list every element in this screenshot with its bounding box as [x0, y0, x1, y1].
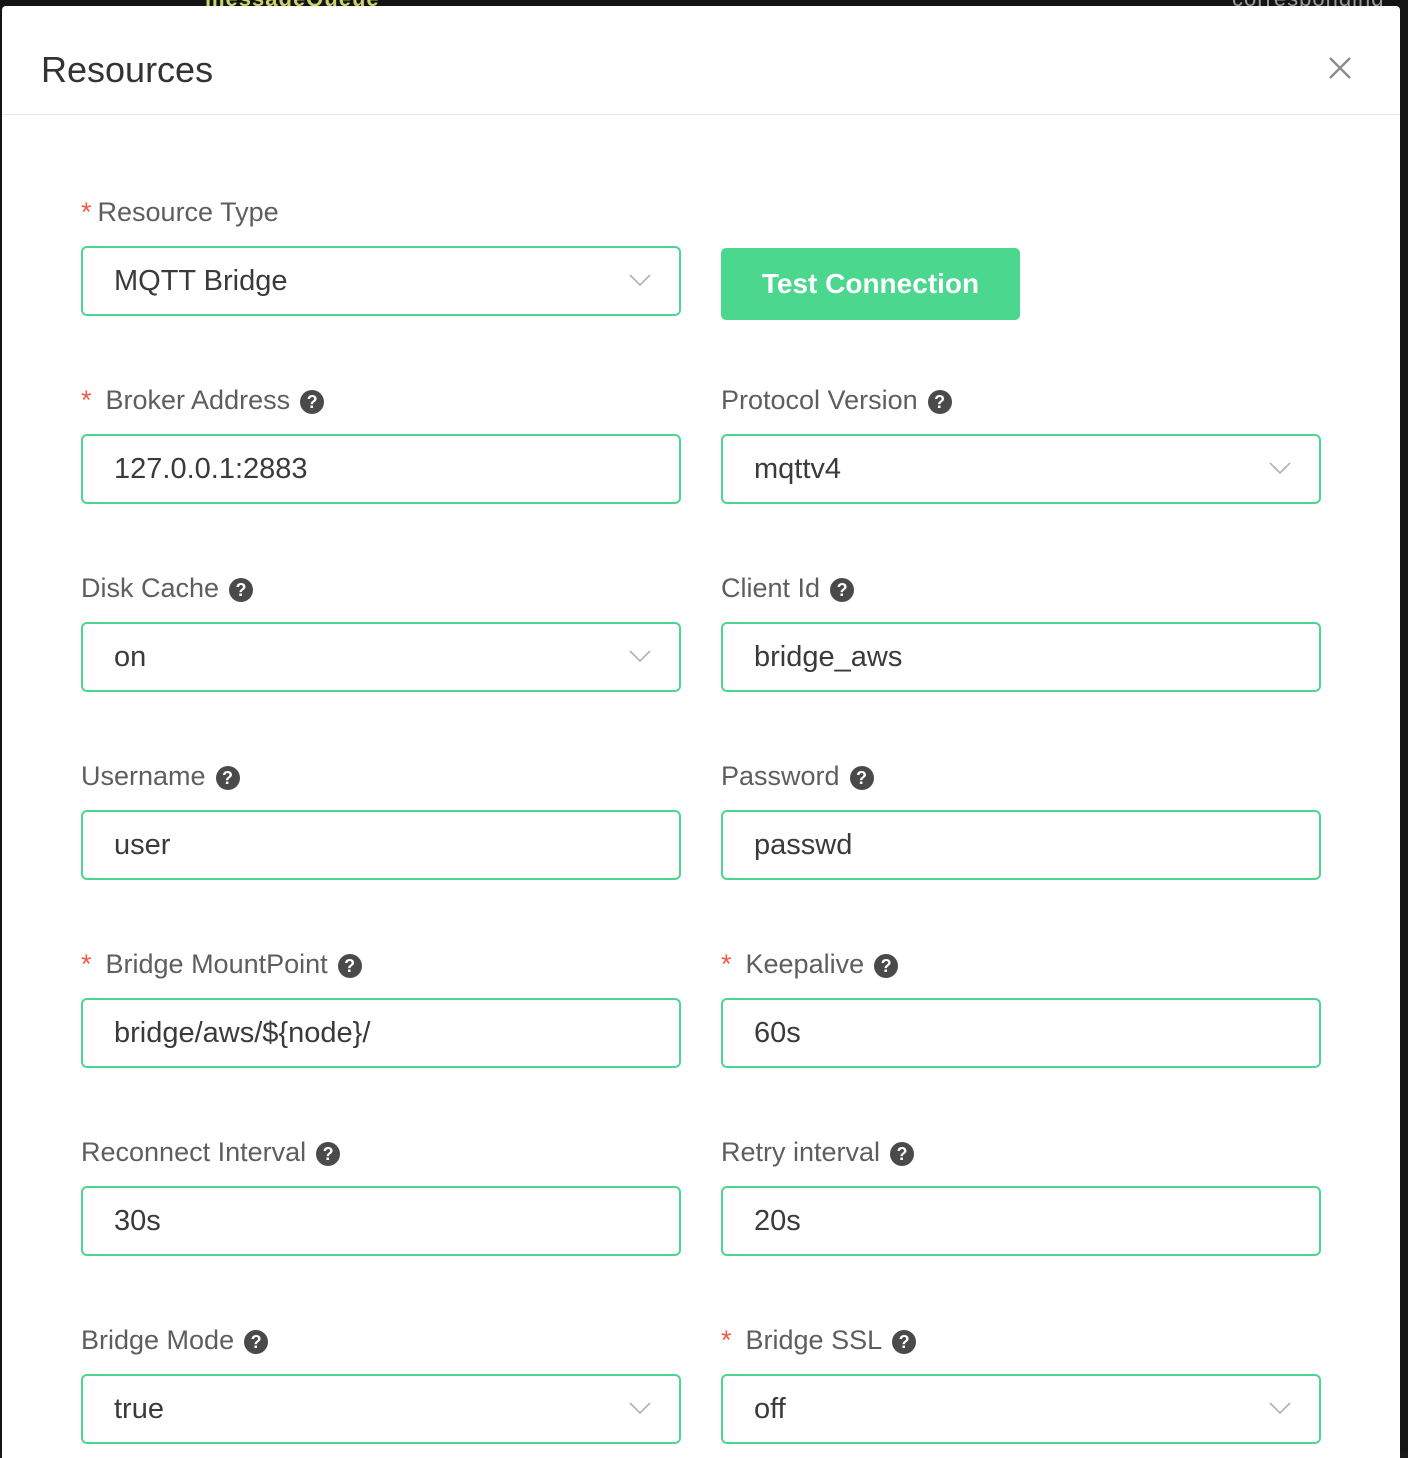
required-marker: * — [81, 385, 92, 415]
help-icon[interactable]: ? — [229, 578, 254, 602]
client-id-input[interactable]: bridge_aws — [721, 622, 1321, 692]
broker-address-label-text: Broker Address — [105, 385, 291, 415]
help-icon[interactable]: ? — [892, 1330, 917, 1354]
bridge-mountpoint-value: bridge/aws/${node}/ — [114, 1017, 371, 1049]
client-id-label-text: Client Id — [721, 573, 821, 603]
close-icon[interactable] — [1324, 52, 1356, 84]
chevron-down-icon — [629, 1402, 651, 1415]
help-icon[interactable]: ? — [316, 1142, 341, 1166]
disk-cache-label: Disk Cache? — [81, 570, 254, 606]
dialog-title: Resources — [41, 49, 214, 90]
help-icon[interactable]: ? — [215, 766, 240, 790]
reconnect-interval-label-text: Reconnect Interval — [81, 1137, 307, 1167]
bridge-mode-label: Bridge Mode? — [81, 1322, 269, 1358]
disk-cache-value: on — [114, 641, 147, 673]
password-label: Password? — [721, 758, 874, 794]
client-id-label: Client Id? — [721, 570, 855, 606]
retry-interval-label-text: Retry interval — [721, 1137, 881, 1167]
protocol-version-value: mqttv4 — [754, 453, 842, 485]
required-marker: * — [721, 949, 732, 979]
reconnect-interval-value: 30s — [114, 1205, 161, 1237]
broker-address-label: * Broker Address? — [81, 382, 325, 418]
test-connection-button[interactable]: Test Connection — [721, 248, 1020, 320]
chevron-down-icon — [629, 274, 651, 287]
bridge-ssl-label: * Bridge SSL? — [721, 1322, 917, 1358]
help-icon[interactable]: ? — [874, 954, 899, 978]
bridge-mode-select[interactable]: true — [81, 1374, 681, 1444]
username-input[interactable]: user — [81, 810, 681, 880]
password-label-text: Password — [721, 761, 840, 791]
help-icon[interactable]: ? — [890, 1142, 915, 1166]
bridge-mountpoint-label-text: Bridge MountPoint — [105, 949, 328, 979]
keepalive-value: 60s — [754, 1017, 801, 1049]
password-value: passwd — [754, 829, 853, 861]
broker-address-value: 127.0.0.1:2883 — [114, 453, 308, 485]
keepalive-label-text: Keepalive — [745, 949, 865, 979]
resource-type-value: MQTT Bridge — [114, 265, 288, 297]
bridge-mountpoint-input[interactable]: bridge/aws/${node}/ — [81, 998, 681, 1068]
chevron-down-icon — [1269, 462, 1291, 475]
disk-cache-select[interactable]: on — [81, 622, 681, 692]
resource-type-label-text: Resource Type — [97, 197, 279, 227]
password-input[interactable]: passwd — [721, 810, 1321, 880]
username-label-text: Username — [81, 761, 206, 791]
bridge-ssl-select[interactable]: off — [721, 1374, 1321, 1444]
client-id-value: bridge_aws — [754, 641, 903, 673]
dialog-header: Resources — [2, 6, 1400, 115]
chevron-down-icon — [1269, 1402, 1291, 1415]
chevron-down-icon — [629, 650, 651, 663]
resource-type-label: * Resource Type — [81, 194, 279, 230]
retry-interval-input[interactable]: 20s — [721, 1186, 1321, 1256]
username-value: user — [114, 829, 171, 861]
reconnect-interval-input[interactable]: 30s — [81, 1186, 681, 1256]
keepalive-input[interactable]: 60s — [721, 998, 1321, 1068]
help-icon[interactable]: ? — [830, 578, 855, 602]
retry-interval-value: 20s — [754, 1205, 801, 1237]
resources-dialog: Resources * Resource Type MQTT Bridge Tes… — [2, 6, 1400, 1458]
disk-cache-label-text: Disk Cache — [81, 573, 220, 603]
help-icon[interactable]: ? — [927, 390, 952, 414]
retry-interval-label: Retry interval? — [721, 1134, 915, 1170]
help-icon[interactable]: ? — [244, 1330, 269, 1354]
help-icon[interactable]: ? — [300, 390, 325, 414]
protocol-version-label-text: Protocol Version — [721, 385, 918, 415]
keepalive-label: * Keepalive? — [721, 946, 899, 982]
username-label: Username? — [81, 758, 240, 794]
required-marker: * — [81, 197, 92, 227]
required-marker: * — [81, 949, 92, 979]
bridge-ssl-value: off — [754, 1393, 786, 1425]
resource-type-select[interactable]: MQTT Bridge — [81, 246, 681, 316]
help-icon[interactable]: ? — [337, 954, 362, 978]
bridge-ssl-label-text: Bridge SSL — [745, 1325, 883, 1355]
help-icon[interactable]: ? — [849, 766, 874, 790]
required-marker: * — [721, 1325, 732, 1355]
broker-address-input[interactable]: 127.0.0.1:2883 — [81, 434, 681, 504]
bridge-mode-label-text: Bridge Mode — [81, 1325, 235, 1355]
reconnect-interval-label: Reconnect Interval? — [81, 1134, 341, 1170]
protocol-version-select[interactable]: mqttv4 — [721, 434, 1321, 504]
bridge-mode-value: true — [114, 1393, 164, 1425]
bridge-mountpoint-label: * Bridge MountPoint? — [81, 946, 362, 982]
protocol-version-label: Protocol Version? — [721, 382, 952, 418]
